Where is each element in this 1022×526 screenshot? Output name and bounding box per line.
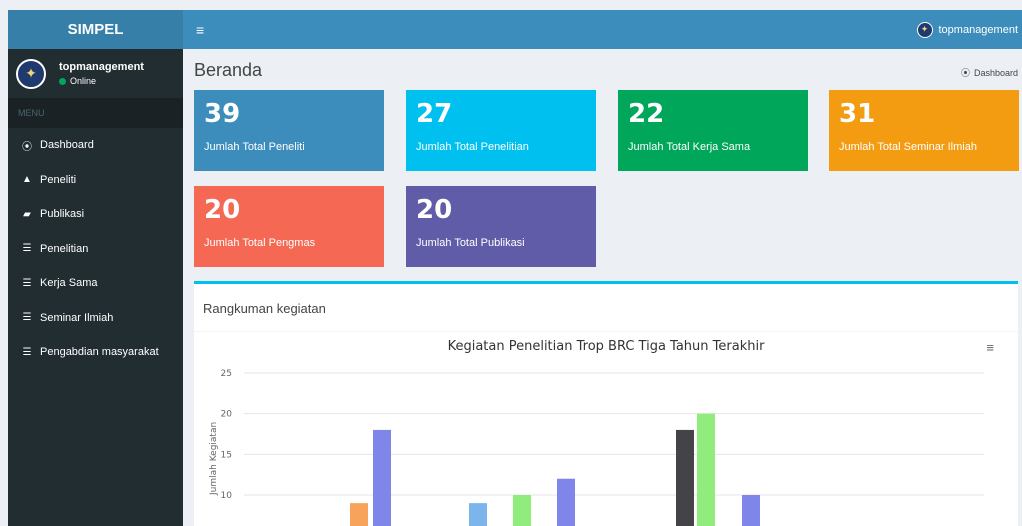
sidebar-item-kerja-sama[interactable]: ☰ Kerja Sama: [8, 266, 183, 301]
sidebar-item-penelitian[interactable]: ☰ Penelitian: [8, 232, 183, 267]
stat-value: 20: [416, 195, 453, 225]
sidebar-item-dashboard[interactable]: ⦿ Dashboard: [8, 128, 183, 163]
sidebar-item-label: Peneliti: [40, 173, 77, 186]
stat-label: Jumlah Total Penelitian: [416, 141, 529, 153]
bar[interactable]: [676, 429, 694, 526]
bar[interactable]: [469, 503, 487, 526]
page-title: Beranda: [194, 60, 263, 80]
stat-box[interactable]: 20 Jumlah Total Pengmas: [194, 186, 384, 267]
y-tick-label: 15: [221, 450, 232, 460]
sidebar-menu: ⦿ Dashboard ▲ Peneliti ▰ Publikasi ☰ Penelitian…: [8, 128, 183, 370]
stat-box[interactable]: 22 Jumlah Total Kerja Sama: [618, 90, 808, 171]
avatar: ✦: [16, 58, 46, 89]
dashboard-icon: ⦿: [22, 141, 32, 153]
sidebar-item-label: Publikasi: [40, 208, 85, 221]
stat-box[interactable]: 27 Jumlah Total Penelitian: [406, 90, 596, 171]
stat-value: 39: [204, 99, 241, 129]
breadcrumb: ⦿ Dashboard: [961, 66, 1018, 79]
bar[interactable]: [350, 503, 368, 526]
user-status: Online: [59, 76, 144, 86]
bar[interactable]: [742, 495, 760, 526]
bar[interactable]: [557, 478, 575, 526]
top-user-name: topmanagement: [938, 23, 1019, 36]
list-icon: ☰: [22, 312, 32, 324]
y-axis-label: Jumlah Kegiatan: [209, 422, 219, 496]
sidebar-item-label: Seminar Ilmiah: [40, 311, 114, 324]
sidebar-toggle-icon[interactable]: ≡: [196, 22, 204, 38]
breadcrumb-dashboard[interactable]: Dashboard: [974, 68, 1018, 78]
sidebar-item-label: Penelitian: [40, 242, 89, 255]
y-tick-label: 10: [221, 491, 233, 501]
top-navbar: ≡ ✦ topmanagement: [183, 10, 1022, 49]
bar[interactable]: [373, 429, 391, 526]
stat-label: Jumlah Total Peneliti: [204, 141, 305, 153]
stat-label: Jumlah Total Seminar Ilmiah: [839, 141, 977, 153]
user-panel: ✦ topmanagement Online: [8, 49, 183, 98]
sidebar-item-label: Kerja Sama: [40, 277, 98, 290]
stat-label: Jumlah Total Publikasi: [416, 237, 525, 249]
y-tick-label: 25: [221, 369, 232, 379]
stat-label: Jumlah Total Kerja Sama: [628, 141, 751, 153]
stat-value: 20: [204, 195, 241, 225]
sidebar-item-seminar-ilmiah[interactable]: ☰ Seminar Ilmiah: [8, 301, 183, 336]
app-logo[interactable]: SIMPEL: [8, 10, 183, 49]
top-user-menu[interactable]: ✦ topmanagement: [916, 21, 1019, 38]
top-avatar: ✦: [916, 21, 933, 38]
sidebar-item-peneliti[interactable]: ▲ Peneliti: [8, 163, 183, 198]
summary-panel: Rangkuman kegiatan Kegiatan Penelitian T…: [194, 281, 1018, 526]
sidebar-item-pengabdian-masyarakat[interactable]: ☰ Pengabdian masyarakat: [8, 335, 183, 370]
list-icon: ☰: [22, 346, 32, 358]
user-status-label: Online: [70, 76, 97, 86]
list-icon: ☰: [22, 277, 32, 289]
bar[interactable]: [697, 413, 715, 526]
stat-box[interactable]: 31 Jumlah Total Seminar Ilmiah: [829, 90, 1019, 171]
user-name: topmanagement: [59, 61, 144, 73]
stat-label: Jumlah Total Pengmas: [204, 237, 316, 249]
sidebar: SIMPEL ✦ topmanagement Online MENU ⦿ Dash…: [8, 10, 183, 526]
user-icon: ▲: [22, 174, 32, 186]
y-tick-label: 20: [221, 410, 233, 420]
list-icon: ☰: [22, 243, 32, 255]
menu-header: MENU: [8, 98, 183, 128]
stat-value: 27: [416, 99, 453, 129]
sidebar-item-label: Pengabdian masyarakat: [40, 346, 159, 359]
stat-box[interactable]: 20 Jumlah Total Publikasi: [406, 186, 596, 267]
book-icon: ▰: [23, 208, 31, 220]
online-dot-icon: [59, 77, 66, 85]
stat-box[interactable]: 39 Jumlah Total Peneliti: [194, 90, 384, 171]
bar[interactable]: [513, 495, 531, 526]
dashboard-icon: ⦿: [960, 68, 970, 78]
stat-value: 22: [628, 99, 665, 129]
sidebar-item-publikasi[interactable]: ▰ Publikasi: [8, 197, 183, 232]
bar-chart: 10 15 20 25 Jumlah Kegiatan: [209, 369, 984, 526]
stat-value: 31: [839, 99, 876, 129]
sidebar-item-label: Dashboard: [40, 139, 94, 152]
